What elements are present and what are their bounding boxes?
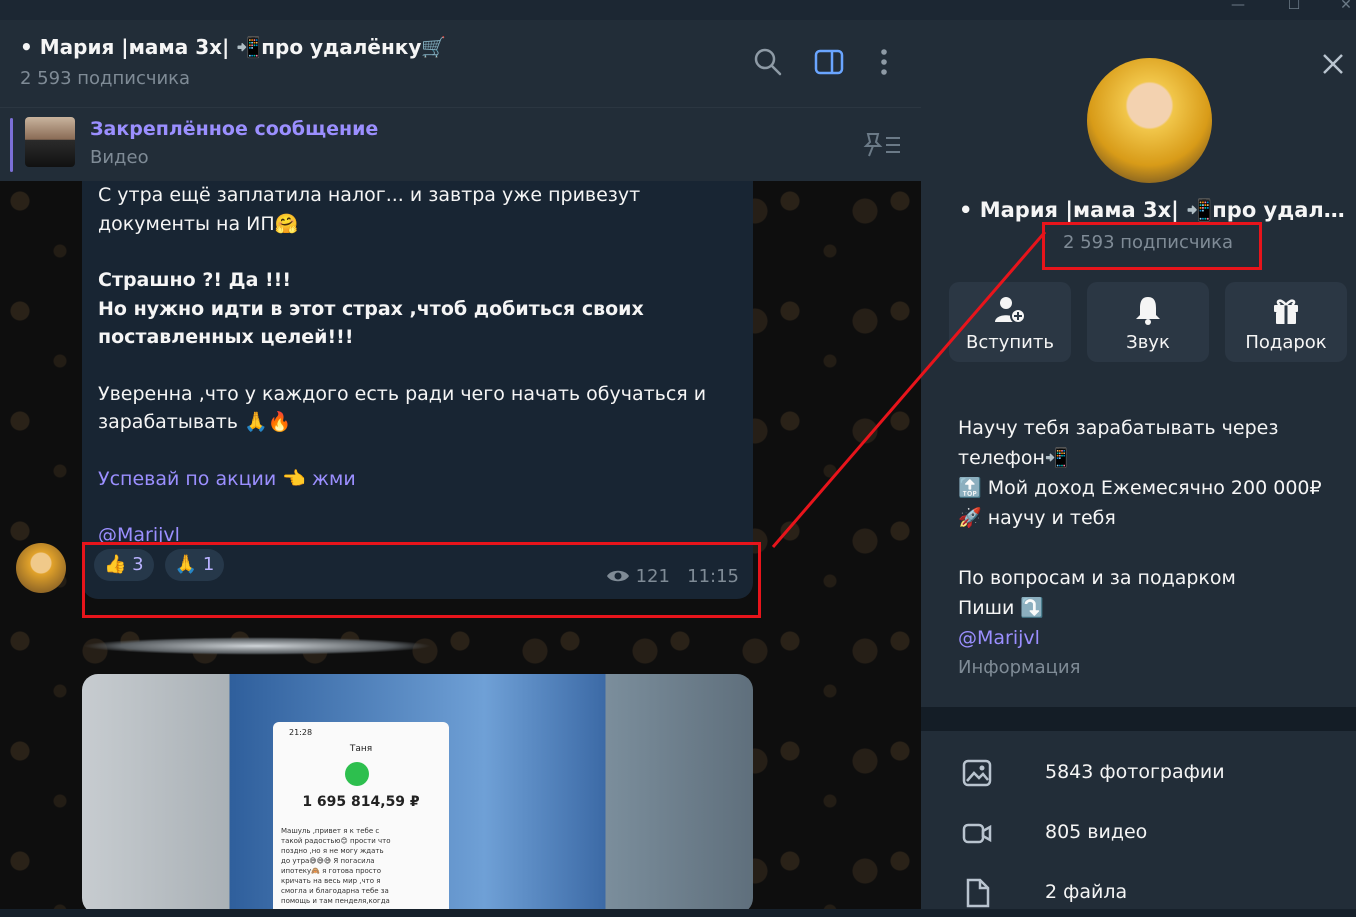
video-icon bbox=[962, 823, 992, 844]
about-line: 🔝 Мой доход Ежемесячно 200 000₽ bbox=[958, 477, 1322, 499]
close-icon[interactable] bbox=[1319, 50, 1347, 78]
phone-time: 21:28 bbox=[289, 728, 313, 737]
maximize-icon[interactable]: ☐ bbox=[1274, 0, 1314, 14]
message-line: С утра ещё заплатила налог... и завтра у… bbox=[98, 184, 641, 235]
pinned-subtitle: Видео bbox=[90, 147, 149, 168]
media-row-photos[interactable]: 5843 фотографии bbox=[921, 747, 1356, 797]
file-icon bbox=[966, 878, 990, 908]
gift-icon bbox=[1274, 299, 1298, 324]
shared-media-list: 5843 фотографии 805 видео 2 файла bbox=[921, 731, 1356, 909]
gift-button[interactable]: Подарок bbox=[1225, 282, 1347, 362]
about-line: Пиши ⤵️ bbox=[958, 597, 1045, 619]
about-line: Научу тебя зарабатывать через телефон📲 bbox=[958, 417, 1279, 469]
add-user-icon bbox=[995, 297, 1026, 324]
join-label: Вступить bbox=[966, 332, 1054, 353]
about-text: Научу тебя зарабатывать через телефон📲 🔝… bbox=[958, 413, 1348, 683]
check-icon bbox=[345, 762, 369, 786]
window-titlebar: — ☐ ✕ bbox=[0, 0, 1356, 20]
about-section-label: Информация bbox=[958, 657, 1081, 678]
media-row-videos[interactable]: 805 видео bbox=[921, 807, 1356, 857]
profile-about: Научу тебя зарабатывать через телефон📲 🔝… bbox=[921, 389, 1356, 707]
minimize-icon[interactable]: — bbox=[1218, 0, 1258, 14]
sender-avatar[interactable] bbox=[16, 543, 66, 593]
message-text: С утра ещё заплатила налог... и завтра у… bbox=[98, 181, 738, 550]
close-window-icon[interactable]: ✕ bbox=[1326, 0, 1356, 14]
media-row-files[interactable]: 2 файла bbox=[921, 867, 1356, 917]
highlight-box-subscribers bbox=[1042, 222, 1262, 270]
chat-title[interactable]: • Мария |мама 3х| 📲про удалёнку🛒 bbox=[20, 35, 446, 59]
sidebar-toggle-icon[interactable] bbox=[813, 46, 845, 78]
promo-link[interactable]: Успевай по акции 👈 жми bbox=[98, 465, 738, 494]
profile-panel: • Мария |мама 3х| 📲про удалё... 2 593 по… bbox=[921, 20, 1356, 909]
about-username-link[interactable]: @Marijvl bbox=[958, 623, 1348, 653]
phone-message-text: Машуль ,привет я к тебе с такой радостью… bbox=[281, 827, 391, 909]
screenshot-phone: 21:28 Таня 1 695 814,59 ₽ Машуль ,привет… bbox=[273, 722, 449, 909]
bell-icon bbox=[1136, 297, 1160, 325]
more-menu-icon[interactable] bbox=[868, 46, 900, 78]
sound-label: Звук bbox=[1126, 332, 1170, 353]
videos-count: 805 видео bbox=[1045, 821, 1148, 843]
files-count: 2 файла bbox=[1045, 881, 1128, 903]
about-line: 🚀 научу и тебя bbox=[958, 507, 1116, 529]
section-separator bbox=[921, 707, 1356, 731]
profile-name: • Мария |мама 3х| 📲про удалё... bbox=[959, 198, 1349, 222]
pinned-accent-bar bbox=[10, 118, 13, 172]
profile-header: • Мария |мама 3х| 📲про удалё... 2 593 по… bbox=[921, 20, 1356, 389]
pinned-title: Закреплённое сообщение bbox=[90, 118, 379, 140]
photo-icon bbox=[962, 759, 992, 787]
profile-avatar[interactable] bbox=[1087, 58, 1212, 183]
join-button[interactable]: Вступить bbox=[949, 282, 1071, 362]
gift-label: Подарок bbox=[1245, 332, 1327, 353]
search-icon[interactable] bbox=[752, 46, 784, 78]
media-preview[interactable]: 21:28 Таня 1 695 814,59 ₽ Машуль ,привет… bbox=[82, 674, 753, 909]
message-bold-line: Страшно ?! Да !!! bbox=[98, 269, 292, 291]
phone-amount: 1 695 814,59 ₽ bbox=[302, 794, 420, 810]
about-line: По вопросам и за подарком bbox=[958, 567, 1236, 589]
phone-contact-name: Таня bbox=[349, 744, 373, 754]
message-bubble[interactable]: С утра ещё заплатила налог... и завтра у… bbox=[82, 181, 753, 599]
pinned-list-icon[interactable] bbox=[860, 130, 904, 160]
chat-subscriber-count: 2 593 подписчика bbox=[20, 68, 191, 89]
message-line: Уверенна ,что у каждого есть ради чего н… bbox=[98, 382, 707, 434]
highlight-box-reactions bbox=[82, 542, 761, 618]
pinned-thumbnail bbox=[25, 117, 75, 167]
blurred-sticker bbox=[82, 637, 432, 655]
message-bold-line: Но нужно идти в этот страх ,чтоб добитьс… bbox=[98, 297, 644, 349]
chat-header[interactable]: • Мария |мама 3х| 📲про удалёнку🛒 2 593 п… bbox=[0, 20, 921, 107]
photos-count: 5843 фотографии bbox=[1045, 761, 1225, 783]
pinned-message-bar[interactable]: Закреплённое сообщение Видео bbox=[0, 107, 921, 182]
sound-button[interactable]: Звук bbox=[1087, 282, 1209, 362]
